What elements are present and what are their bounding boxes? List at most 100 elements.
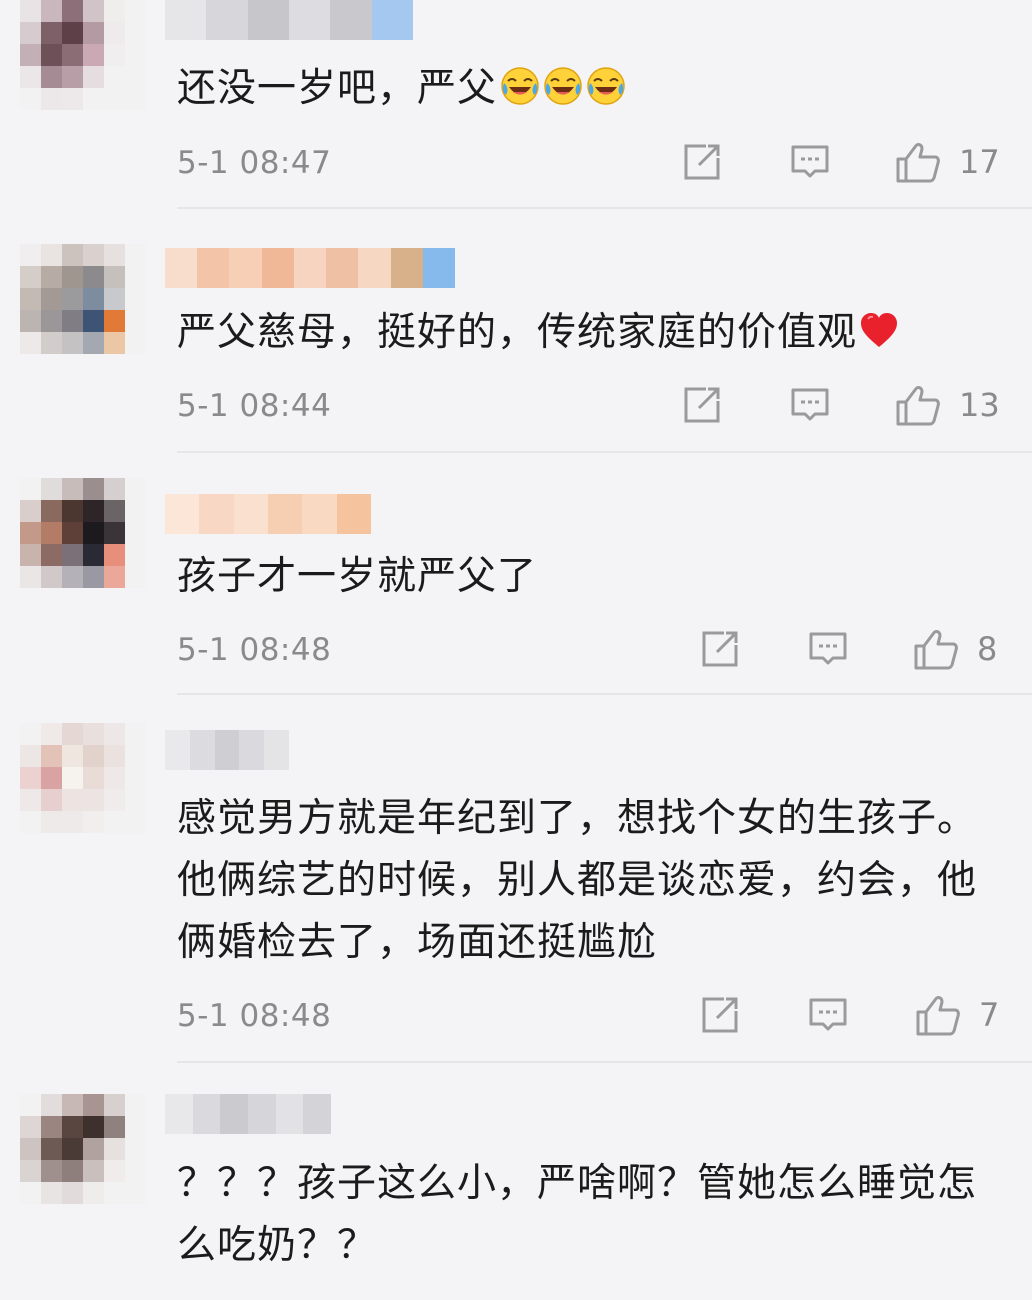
avatar-pixel: [125, 0, 146, 22]
avatar[interactable]: [20, 1094, 146, 1204]
username[interactable]: [165, 494, 371, 534]
avatar-pixel: [20, 723, 41, 745]
comment-time: 5-1 08:48: [177, 632, 332, 668]
avatar-pixel: [83, 22, 104, 44]
share-icon: [682, 385, 722, 425]
avatar-pixel: [104, 244, 125, 266]
avatar-pixel: [62, 22, 83, 44]
avatar-pixel: [104, 478, 125, 500]
avatar-pixel: [20, 522, 41, 544]
avatar-pixel: [20, 1138, 41, 1160]
like-button[interactable]: 17: [895, 137, 1000, 187]
username-pixel: [192, 1094, 221, 1134]
avatar-pixel: [62, 767, 83, 789]
avatar-pixel: [20, 500, 41, 522]
username-pixel: [247, 0, 289, 40]
avatar-pixel: [83, 566, 104, 588]
avatar-pixel: [20, 1182, 41, 1204]
username-pixel: [267, 494, 303, 534]
avatar-pixel: [125, 767, 146, 789]
avatar-pixel: [41, 1094, 62, 1116]
laugh-cry-icon: [543, 63, 583, 105]
comment-text: 感觉男方就是年纪到了，想找个女的生孩子。他俩综艺的时候，别人都是谈恋爱，约会，他…: [177, 788, 1002, 974]
avatar-pixel: [104, 88, 125, 110]
username[interactable]: [165, 1094, 331, 1134]
avatar[interactable]: [20, 478, 146, 588]
avatar-pixel: [62, 244, 83, 266]
comment-icon: [790, 142, 830, 182]
share-button[interactable]: [700, 990, 740, 1040]
avatar-pixel: [41, 332, 62, 354]
avatar-pixel: [41, 1138, 62, 1160]
avatar-pixel: [83, 332, 104, 354]
username-pixel: [220, 1094, 249, 1134]
avatar-pixel: [41, 745, 62, 767]
reply-button[interactable]: [790, 380, 830, 430]
avatar-pixel: [20, 745, 41, 767]
username[interactable]: [165, 0, 413, 40]
divider: [177, 207, 1032, 209]
like-count: 17: [959, 143, 1000, 181]
avatar-pixel: [83, 0, 104, 22]
comment-text-content: 还没一岁吧，严父: [177, 66, 498, 111]
avatar-pixel: [83, 244, 104, 266]
avatar-pixel: [104, 1160, 125, 1182]
comment-text: 严父慈母，挺好的，传统家庭的价值观: [177, 302, 1002, 364]
avatar-pixel: [83, 310, 104, 332]
comment-text-content: 孩子才一岁就严父了: [177, 554, 538, 599]
avatar-pixel: [41, 544, 62, 566]
username[interactable]: [165, 730, 289, 770]
reply-button[interactable]: [808, 990, 848, 1040]
avatar-pixel: [83, 723, 104, 745]
avatar-pixel: [104, 767, 125, 789]
username-pixel: [199, 494, 234, 534]
avatar-pixel: [20, 332, 41, 354]
avatar-pixel: [104, 310, 125, 332]
reply-button[interactable]: [790, 137, 830, 187]
comment-list: 还没一岁吧，严父 5-1 08:47 17 严父慈母，挺好的，传统家庭的价值观 …: [0, 0, 1032, 1300]
avatar-pixel: [41, 66, 62, 88]
avatar-pixel: [20, 566, 41, 588]
share-button[interactable]: [682, 380, 722, 430]
avatar-pixel: [20, 22, 41, 44]
username-pixel: [165, 730, 190, 770]
avatar-pixel: [125, 1182, 146, 1204]
username-pixel: [233, 494, 268, 534]
username-pixel: [165, 1094, 193, 1134]
avatar-pixel: [41, 566, 62, 588]
avatar-pixel: [125, 288, 146, 310]
like-button[interactable]: 13: [895, 380, 1000, 430]
username-pixel: [206, 0, 248, 40]
avatar-pixel: [62, 0, 83, 22]
avatar[interactable]: [20, 723, 146, 833]
like-button[interactable]: 8: [913, 624, 997, 674]
share-button[interactable]: [682, 137, 722, 187]
avatar[interactable]: [20, 244, 146, 354]
thumbs-up-icon: [915, 993, 961, 1037]
avatar-pixel: [125, 332, 146, 354]
avatar-pixel: [41, 789, 62, 811]
share-button[interactable]: [700, 624, 740, 674]
like-button[interactable]: 7: [915, 990, 999, 1040]
avatar-pixel: [62, 500, 83, 522]
thumbs-up-icon: [895, 383, 941, 427]
avatar-pixel: [83, 44, 104, 66]
avatar-pixel: [62, 1160, 83, 1182]
username[interactable]: [165, 248, 455, 288]
avatar-pixel: [62, 544, 83, 566]
avatar-pixel: [83, 544, 104, 566]
like-count: 13: [959, 386, 1000, 424]
avatar-pixel: [104, 723, 125, 745]
avatar-pixel: [83, 1182, 104, 1204]
reply-button[interactable]: [808, 624, 848, 674]
avatar-pixel: [20, 244, 41, 266]
avatar-pixel: [104, 745, 125, 767]
share-icon: [700, 995, 740, 1035]
username-pixel: [302, 494, 337, 534]
username-pixel: [261, 248, 294, 288]
avatar-pixel: [83, 500, 104, 522]
username-pixel: [336, 494, 371, 534]
avatar-pixel: [41, 22, 62, 44]
username-pixel: [326, 248, 359, 288]
avatar[interactable]: [20, 0, 146, 110]
